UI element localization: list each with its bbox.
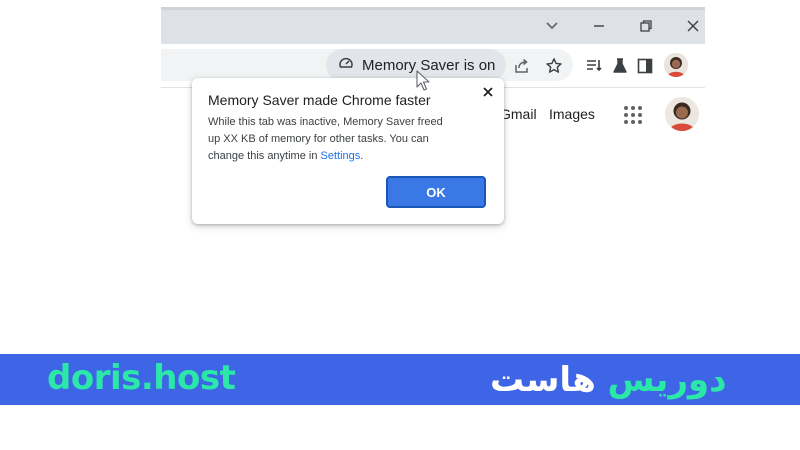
images-link[interactable]: Images [549, 106, 595, 122]
brand-persian-word-2: هاست [490, 359, 596, 400]
account-avatar[interactable] [665, 97, 699, 131]
close-icon[interactable] [480, 84, 496, 100]
memory-saver-dialog: Memory Saver made Chrome faster While th… [192, 78, 504, 224]
tab-search-chevron-down-icon[interactable] [541, 15, 563, 37]
brand-persian: دوریس هاست [490, 354, 727, 405]
mouse-cursor-icon [416, 70, 432, 92]
side-panel-icon[interactable] [634, 55, 656, 77]
settings-link[interactable]: Settings [321, 150, 361, 162]
brand-persian-word-1: دوریس [607, 359, 727, 400]
apps-grid-icon[interactable] [623, 105, 643, 125]
dialog-body: While this tab was inactive, Memory Save… [208, 114, 458, 165]
profile-avatar[interactable] [664, 53, 688, 77]
close-window-icon[interactable] [682, 15, 704, 37]
speedometer-icon [338, 55, 354, 76]
minimize-icon[interactable] [588, 15, 610, 37]
labs-flask-icon[interactable] [609, 55, 631, 77]
ok-button[interactable]: OK [386, 176, 486, 208]
brand-banner: doris.host دوریس هاست [0, 354, 800, 405]
reading-list-icon[interactable] [583, 55, 605, 77]
share-icon[interactable] [511, 55, 533, 77]
star-icon[interactable] [543, 55, 565, 77]
dialog-body-end: . [360, 150, 364, 162]
restore-icon[interactable] [635, 15, 657, 37]
dialog-title: Memory Saver made Chrome faster [208, 92, 431, 108]
title-bar [161, 7, 705, 44]
gmail-link[interactable]: Gmail [500, 106, 537, 122]
brand-latin: doris.host [47, 358, 236, 398]
